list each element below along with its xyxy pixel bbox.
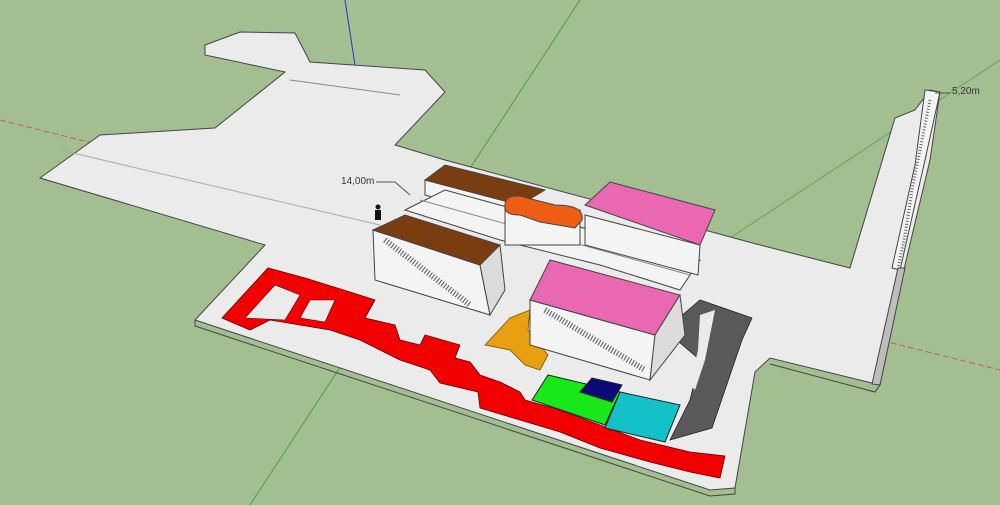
width-dimension-label[interactable]: 5,20m	[952, 86, 980, 97]
model-scene[interactable]	[0, 0, 1000, 505]
human-scale-figure-icon	[375, 204, 381, 220]
height-dimension-label[interactable]: 14,00m	[341, 176, 374, 187]
3d-model-viewport[interactable]: 14,00m 5,20m	[0, 0, 1000, 505]
